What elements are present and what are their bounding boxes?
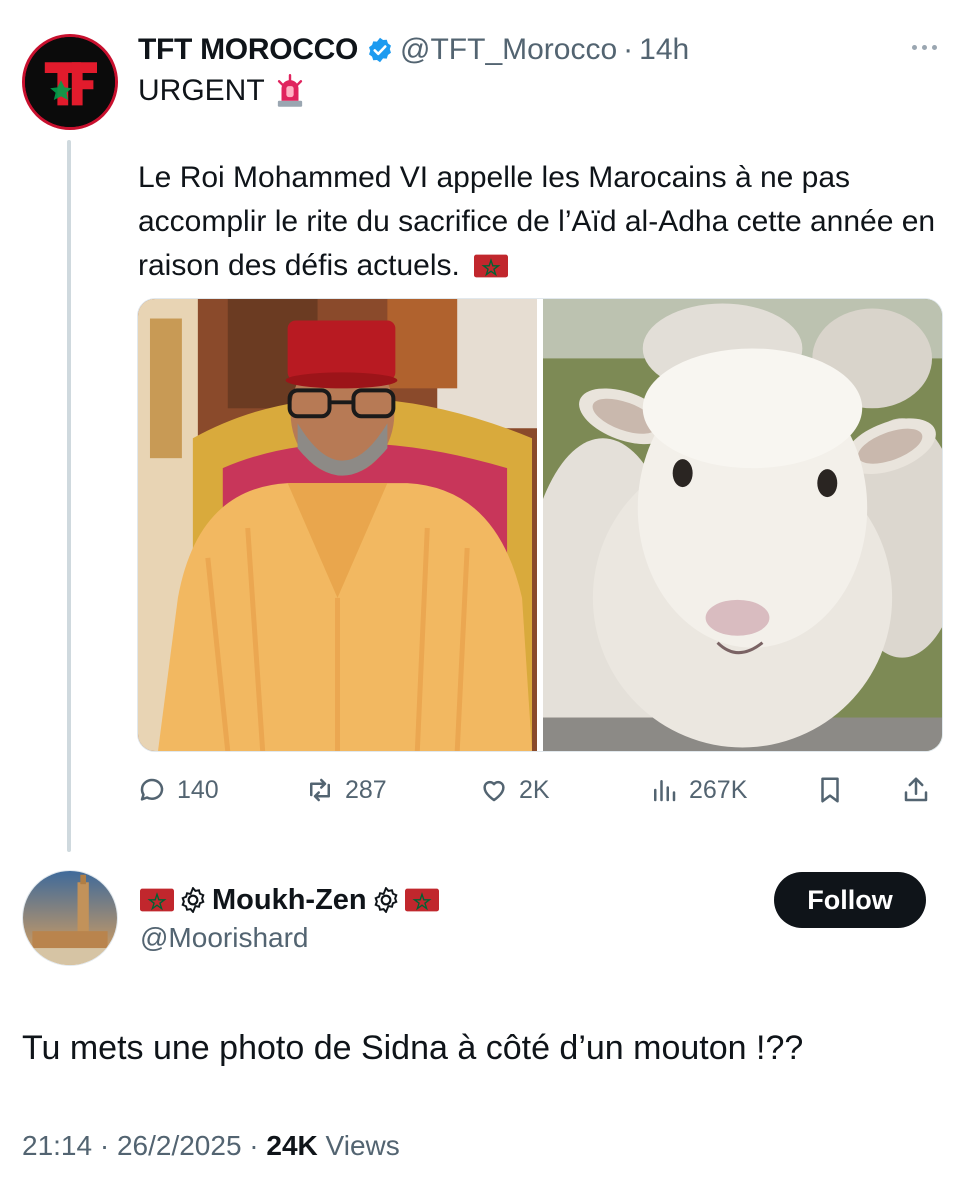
author-handle[interactable]: @TFT_Morocco [400, 33, 617, 67]
reply-author-name[interactable]: Moukh-Zen [212, 884, 367, 917]
photo-sheep[interactable] [543, 299, 942, 751]
bookmark-icon [821, 777, 839, 803]
tweet-header: TFT MOROCCO @TFT_Morocco · 14h [138, 30, 934, 70]
king-photo-illustration [138, 299, 537, 751]
repost-count: 287 [345, 775, 387, 804]
sheep-photo-illustration [543, 299, 942, 751]
more-icon[interactable] [902, 32, 946, 62]
morocco-flag-icon [140, 888, 174, 912]
thread-connector-line [67, 140, 71, 852]
reply-button[interactable]: 140 [137, 768, 219, 812]
repost-icon [310, 778, 330, 802]
like-button[interactable]: 2K [479, 768, 550, 812]
reply-text: Tu mets une photo de Sidna à côté d’un m… [22, 1029, 804, 1067]
tft-logo-icon [25, 37, 115, 127]
follow-button[interactable]: Follow [774, 872, 926, 928]
like-count: 2K [519, 775, 550, 804]
morocco-flag-icon [474, 254, 509, 278]
siren-icon [277, 74, 302, 107]
tweet-meta: 21:14 · 26/2/2025 · 24K Views [22, 1130, 400, 1162]
reply-author-handle[interactable]: @Moorishard [140, 922, 308, 954]
views-label: Views [317, 1130, 400, 1161]
heart-icon [483, 780, 505, 802]
reply-count: 140 [177, 775, 219, 804]
views-button[interactable]: 267K [649, 768, 747, 812]
morocco-flag-icon [404, 888, 439, 912]
share-icon [904, 777, 928, 802]
bookmark-button[interactable] [815, 768, 845, 812]
views-chart-icon [654, 780, 676, 802]
verified-badge-icon [369, 37, 391, 63]
views-count: 267K [689, 775, 748, 804]
tweet-media-grid[interactable] [137, 298, 943, 752]
tweet-text: Le Roi Mohammed VI appelle les Marocains… [138, 156, 938, 288]
reply-author-row: Moukh-Zen [140, 880, 439, 920]
urgent-line: URGENT [138, 74, 305, 108]
tweet-time[interactable]: 14h [639, 33, 689, 67]
tweet-actions-bar: 140 287 2K 267K [137, 768, 943, 812]
mosque-skyline-avatar-icon [23, 871, 117, 965]
gear-badge-icon [374, 887, 398, 913]
urgent-label: URGENT [138, 74, 265, 107]
avatar-moukh-zen[interactable] [22, 870, 118, 966]
share-button[interactable] [901, 768, 931, 812]
separator-dot: · [623, 33, 634, 66]
tweet-timestamp[interactable]: 21:14 · 26/2/2025 · [22, 1130, 266, 1161]
tweet-body-text: Le Roi Mohammed VI appelle les Marocains… [138, 161, 936, 282]
views-total: 24K [266, 1130, 318, 1161]
author-name[interactable]: TFT MOROCCO [138, 33, 358, 67]
repost-button[interactable]: 287 [305, 768, 387, 812]
reply-icon [140, 778, 164, 801]
avatar-tft-morocco[interactable] [22, 34, 118, 130]
photo-king[interactable] [138, 299, 537, 751]
gear-badge-icon [181, 887, 205, 913]
